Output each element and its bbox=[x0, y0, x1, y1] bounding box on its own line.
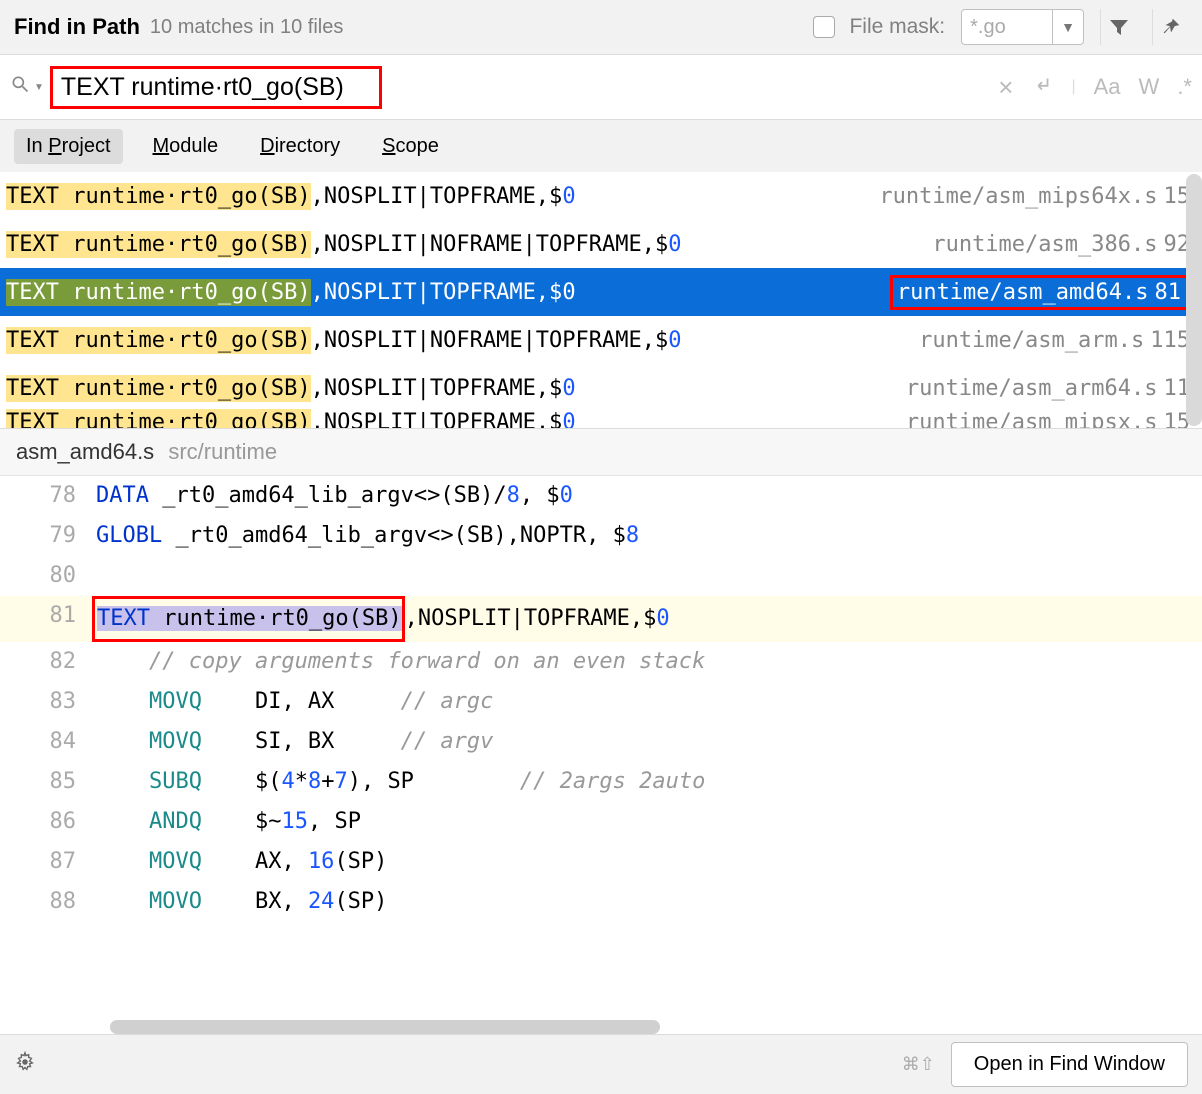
line-number: 78 bbox=[0, 476, 96, 516]
pin-icon[interactable] bbox=[1152, 9, 1188, 45]
line-number: 85 bbox=[0, 762, 96, 802]
code-line: 79GLOBL _rt0_amd64_lib_argv<>(SB),NOPTR,… bbox=[0, 516, 1202, 556]
search-input[interactable] bbox=[61, 73, 371, 102]
code-line: 78DATA _rt0_amd64_lib_argv<>(SB)/8, $0 bbox=[0, 476, 1202, 516]
search-input-highlight bbox=[50, 66, 382, 109]
results-scrollbar[interactable] bbox=[1186, 174, 1202, 426]
line-number: 82 bbox=[0, 642, 96, 682]
preview-filename: asm_amd64.s bbox=[16, 439, 154, 464]
line-number: 79 bbox=[0, 516, 96, 556]
whole-words-toggle[interactable]: W bbox=[1139, 74, 1160, 100]
code-line: 83 MOVQ DI, AX // argc bbox=[0, 682, 1202, 722]
preview-pane: asm_amd64.s src/runtime 78DATA _rt0_amd6… bbox=[0, 428, 1202, 1034]
search-options: × | Aa W .* bbox=[998, 72, 1192, 103]
filemask-checkbox[interactable] bbox=[813, 16, 835, 38]
code-line: 82 // copy arguments forward on an even … bbox=[0, 642, 1202, 682]
result-row[interactable]: TEXT runtime·rt0_go(SB),NOSPLIT|NOFRAME|… bbox=[0, 220, 1202, 268]
scope-tab-in-project[interactable]: In Project bbox=[14, 129, 123, 164]
dialog-footer: ⌘⇧ Open in Find Window bbox=[0, 1034, 1202, 1094]
result-row[interactable]: TEXT runtime·rt0_go(SB),NOSPLIT|TOPFRAME… bbox=[0, 172, 1202, 220]
result-row[interactable]: TEXT runtime·rt0_go(SB),NOSPLIT|TOPFRAME… bbox=[0, 364, 1202, 412]
dialog-title: Find in Path bbox=[14, 14, 140, 40]
preview-header: asm_amd64.s src/runtime bbox=[0, 429, 1202, 476]
code-line: 85 SUBQ $(4*8+7), SP // 2args 2auto bbox=[0, 762, 1202, 802]
header-controls: File mask: ▼ bbox=[813, 9, 1188, 45]
code-line: 81TEXT runtime·rt0_go(SB),NOSPLIT|TOPFRA… bbox=[0, 596, 1202, 642]
code-preview[interactable]: 78DATA _rt0_amd64_lib_argv<>(SB)/8, $079… bbox=[0, 476, 1202, 1034]
line-number: 87 bbox=[0, 842, 96, 882]
result-row[interactable]: TEXT runtime·rt0_go(SB),NOSPLIT|TOPFRAME… bbox=[0, 268, 1202, 316]
code-line: 86 ANDQ $~15, SP bbox=[0, 802, 1202, 842]
filemask-label: File mask: bbox=[849, 15, 945, 39]
line-number: 84 bbox=[0, 722, 96, 762]
search-icon bbox=[10, 74, 30, 100]
results-list: TEXT runtime·rt0_go(SB),NOSPLIT|TOPFRAME… bbox=[0, 172, 1202, 428]
dialog-header: Find in Path 10 matches in 10 files File… bbox=[0, 0, 1202, 54]
selected-result-highlight: runtime/asm_amd64.s81 bbox=[890, 275, 1190, 310]
gear-icon[interactable] bbox=[14, 1051, 36, 1079]
line-number: 86 bbox=[0, 802, 96, 842]
code-line: 84 MOVQ SI, BX // argv bbox=[0, 722, 1202, 762]
match-case-toggle[interactable]: Aa bbox=[1094, 74, 1121, 100]
line-number: 81 bbox=[0, 596, 96, 642]
newline-icon[interactable] bbox=[1031, 73, 1053, 101]
code-line: 80 bbox=[0, 556, 1202, 596]
result-row[interactable]: TEXT runtime·rt0_go(SB),NOSPLIT|TOPFRAME… bbox=[0, 412, 1202, 428]
regex-toggle[interactable]: .* bbox=[1177, 74, 1192, 100]
scope-tab-directory[interactable]: Directory bbox=[248, 129, 352, 164]
code-line: 88 MOVO BX, 24(SP) bbox=[0, 882, 1202, 922]
scope-tab-module[interactable]: Module bbox=[141, 129, 231, 164]
search-row: ▼ × | Aa W .* bbox=[0, 54, 1202, 120]
line-number: 88 bbox=[0, 882, 96, 922]
matched-text-highlight: TEXT runtime·rt0_go(SB) bbox=[92, 596, 405, 642]
chevron-down-icon[interactable]: ▼ bbox=[1052, 10, 1083, 44]
scope-tabs: In Project Module Directory Scope bbox=[0, 120, 1202, 172]
filter-icon[interactable] bbox=[1100, 9, 1136, 45]
filemask-input[interactable] bbox=[962, 12, 1052, 43]
shortcut-hint: ⌘⇧ bbox=[902, 1054, 935, 1075]
match-count: 10 matches in 10 files bbox=[150, 16, 343, 39]
clear-icon[interactable]: × bbox=[998, 72, 1013, 103]
open-in-find-window-button[interactable]: Open in Find Window bbox=[951, 1042, 1188, 1087]
search-history-chevron[interactable]: ▼ bbox=[34, 82, 44, 93]
horizontal-scrollbar[interactable] bbox=[110, 1020, 660, 1034]
scope-tab-scope[interactable]: Scope bbox=[370, 129, 451, 164]
preview-path: src/runtime bbox=[168, 439, 277, 464]
footer-right: ⌘⇧ Open in Find Window bbox=[902, 1042, 1188, 1087]
line-number: 83 bbox=[0, 682, 96, 722]
code-line: 87 MOVQ AX, 16(SP) bbox=[0, 842, 1202, 882]
filemask-combo[interactable]: ▼ bbox=[961, 9, 1084, 45]
result-row[interactable]: TEXT runtime·rt0_go(SB),NOSPLIT|NOFRAME|… bbox=[0, 316, 1202, 364]
line-number: 80 bbox=[0, 556, 96, 596]
